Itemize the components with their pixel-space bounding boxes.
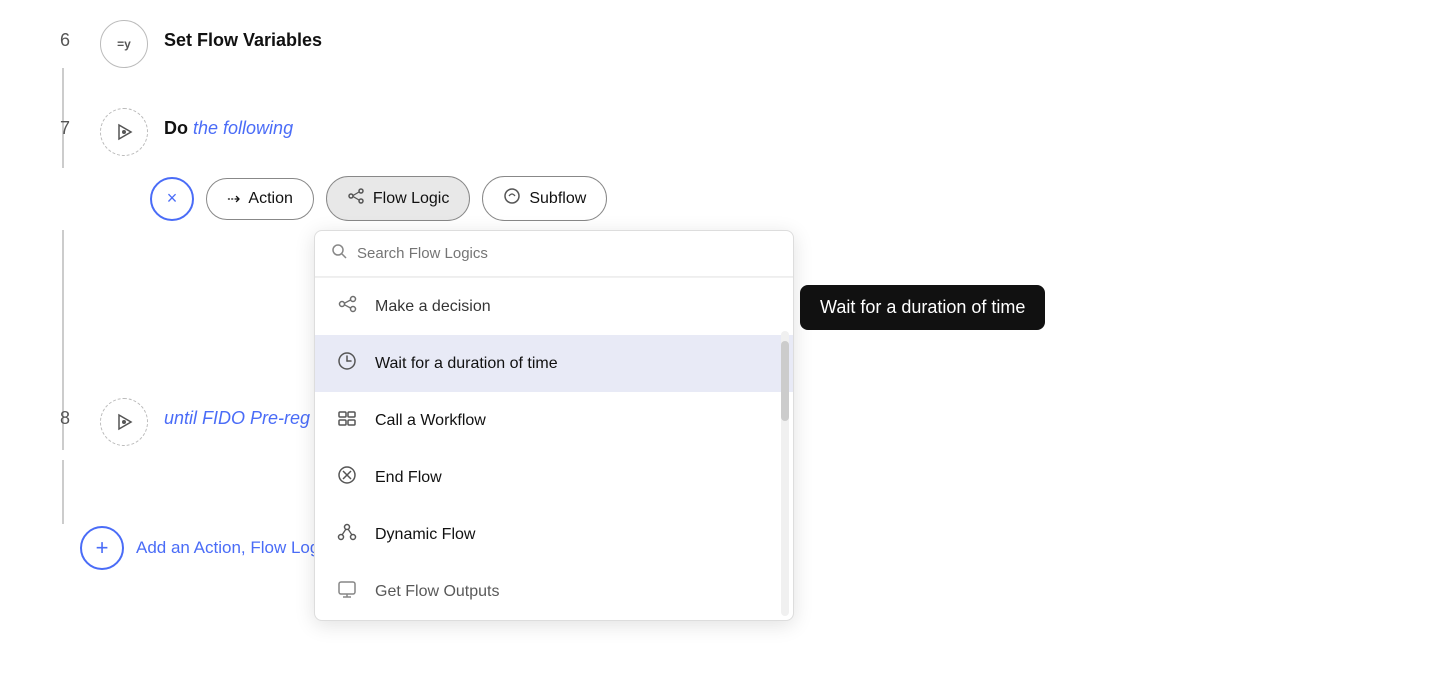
dropdown-item-wait-duration[interactable]: Wait for a duration of time — [315, 335, 793, 392]
dropdown-item-get-flow-outputs[interactable]: Get Flow Outputs — [315, 563, 793, 620]
dropdown-item-dynamic-flow[interactable]: Dynamic Flow — [315, 506, 793, 563]
flow-logic-svg — [347, 187, 365, 205]
close-icon: × — [167, 188, 178, 209]
call-workflow-label: Call a Workflow — [375, 412, 486, 430]
do-prefix: Do — [164, 118, 188, 138]
dynamic-flow-icon — [335, 522, 359, 547]
dynamic-flow-label: Dynamic Flow — [375, 526, 475, 544]
search-input[interactable] — [357, 245, 777, 262]
add-button[interactable]: + — [80, 526, 124, 570]
action-label: Action — [248, 190, 292, 208]
end-flow-label: End Flow — [375, 469, 442, 487]
subflow-icon — [503, 187, 521, 210]
step-title-6: Set Flow Variables — [164, 30, 322, 50]
subflow-button[interactable]: Subflow — [482, 176, 607, 221]
step-row-6: 6 =y Set Flow Variables — [60, 20, 1392, 68]
toolbar-area: × ⇢ Action Flow Logic — [150, 176, 1392, 221]
flow-logic-dropdown: Make a decision Wait for a duration of t… — [314, 230, 794, 621]
scrollbar-track[interactable] — [781, 331, 789, 616]
wait-duration-icon — [335, 351, 359, 376]
get-flow-outputs-label: Get Flow Outputs — [375, 583, 500, 601]
wait-duration-label: Wait for a duration of time — [375, 355, 558, 373]
main-canvas: 6 =y Set Flow Variables 7 Do the followi… — [0, 0, 1452, 676]
subflow-label: Subflow — [529, 190, 586, 208]
dropdown-item-make-decision[interactable]: Make a decision — [315, 277, 793, 335]
end-flow-icon — [335, 465, 359, 490]
connector-8-add — [62, 460, 64, 524]
action-icon: ⇢ — [227, 189, 240, 209]
close-button[interactable]: × — [150, 177, 194, 221]
step-content-6: Set Flow Variables — [164, 20, 322, 51]
flow-logic-label: Flow Logic — [373, 190, 449, 208]
action-button[interactable]: ⇢ Action — [206, 178, 314, 220]
add-icon: + — [96, 537, 109, 559]
do-icon — [113, 121, 135, 143]
make-decision-label: Make a decision — [375, 298, 491, 316]
tooltip-wait-duration: Wait for a duration of time — [800, 285, 1045, 330]
step-row-7: 7 Do the following — [60, 108, 1392, 156]
step-content-7: Do the following — [164, 108, 293, 139]
step-icon-6: =y — [100, 20, 148, 68]
step-title-7: Do the following — [164, 118, 293, 138]
search-box — [315, 231, 793, 277]
subflow-svg — [503, 187, 521, 205]
flow-logic-icon — [347, 187, 365, 210]
make-decision-icon — [335, 294, 359, 319]
step-number-8: 8 — [60, 398, 100, 429]
tooltip-text: Wait for a duration of time — [820, 297, 1025, 317]
scrollbar-thumb[interactable] — [781, 341, 789, 421]
dropdown-item-call-workflow[interactable]: Call a Workflow — [315, 392, 793, 449]
step-icon-7 — [100, 108, 148, 156]
get-flow-outputs-icon — [335, 579, 359, 604]
step-number-7: 7 — [60, 108, 100, 139]
step-icon-8 — [100, 398, 148, 446]
step8-do-icon — [113, 411, 135, 433]
dropdown-item-end-flow[interactable]: End Flow — [315, 449, 793, 506]
call-workflow-icon — [335, 408, 359, 433]
toolbar-row: × ⇢ Action Flow Logic — [150, 176, 1392, 221]
search-icon — [331, 243, 347, 264]
set-vars-icon: =y — [117, 37, 131, 51]
do-suffix: the following — [193, 118, 293, 138]
flow-logic-button[interactable]: Flow Logic — [326, 176, 470, 221]
step-number-6: 6 — [60, 20, 100, 51]
